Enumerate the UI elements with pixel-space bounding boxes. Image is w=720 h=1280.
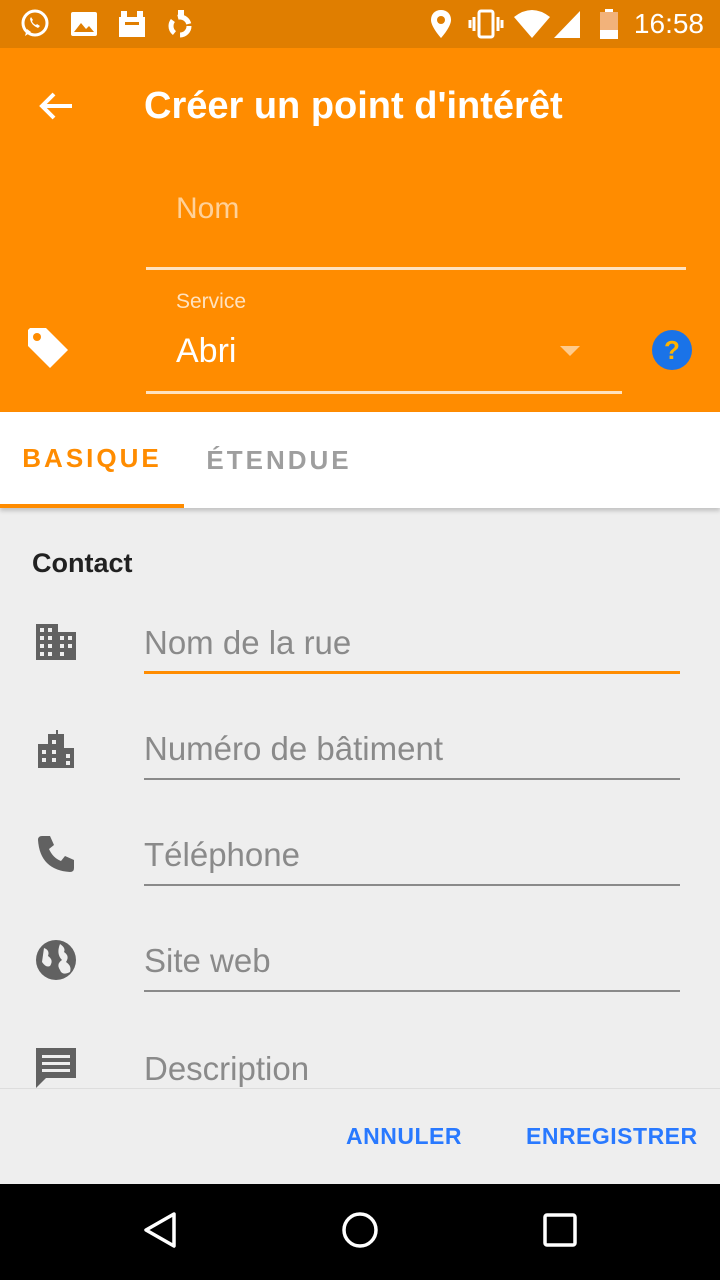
website-placeholder: Site web: [144, 942, 271, 979]
status-bar: 16:58: [0, 0, 720, 48]
arrow-back-icon: [38, 90, 74, 127]
location-icon: [428, 8, 454, 40]
image-icon: [68, 8, 100, 40]
tab-basique[interactable]: BASIQUE: [0, 412, 184, 508]
phone-input[interactable]: Téléphone: [144, 826, 680, 886]
section-title-contact: Contact: [32, 548, 133, 578]
phone-icon: [32, 830, 80, 878]
help-icon[interactable]: ?: [652, 330, 692, 370]
vibrate-icon: [466, 8, 506, 40]
service-dropdown[interactable]: Service Abri: [146, 284, 622, 394]
website-input[interactable]: Site web: [144, 932, 680, 992]
tag-icon: [24, 324, 72, 372]
tab-bar: BASIQUE ÉTENDUE: [0, 412, 720, 508]
battery-icon: [598, 8, 620, 40]
nav-recents-button[interactable]: [536, 1208, 584, 1256]
dropdown-arrow-icon: [560, 346, 580, 356]
cancel-button[interactable]: ANNULER: [346, 1123, 462, 1150]
street-input[interactable]: Nom de la rue: [144, 614, 680, 674]
tab-etendue[interactable]: ÉTENDUE: [184, 412, 374, 508]
status-time: 16:58: [633, 8, 704, 39]
nav-home-button[interactable]: [336, 1208, 384, 1256]
building-number-input[interactable]: Numéro de bâtiment: [144, 720, 680, 780]
circle-home-icon: [340, 1210, 380, 1255]
name-placeholder: Nom: [176, 192, 240, 225]
globe-icon: [32, 936, 80, 984]
navigation-bar: [0, 1184, 720, 1280]
signal-icon: [552, 8, 582, 40]
page-title: Créer un point d'intérêt: [144, 85, 563, 127]
action-bar: ANNULER ENREGISTRER: [0, 1088, 720, 1184]
name-field[interactable]: Nom: [146, 178, 686, 270]
triangle-back-icon: [140, 1210, 180, 1255]
description-input[interactable]: Description: [144, 1040, 680, 1088]
building-icon: [32, 618, 80, 666]
phone-placeholder: Téléphone: [144, 836, 300, 873]
wifi-icon: [512, 8, 552, 40]
description-placeholder: Description: [144, 1050, 310, 1087]
app-bar: Créer un point d'intérêt Nom Service Abr…: [0, 48, 720, 412]
help-symbol: ?: [664, 334, 680, 365]
save-button[interactable]: ENREGISTRER: [526, 1123, 698, 1150]
service-value: Abri: [176, 332, 237, 370]
back-button[interactable]: [24, 80, 88, 136]
sync-icon: [164, 8, 196, 40]
whatsapp-icon: [18, 8, 52, 40]
square-recents-icon: [540, 1210, 580, 1255]
form-content[interactable]: Contact Nom de la rue Numéro de bâtiment…: [0, 508, 720, 1088]
nav-back-button[interactable]: [136, 1208, 184, 1256]
comment-icon: [32, 1044, 80, 1088]
city-icon: [32, 726, 80, 774]
app-icon: [116, 8, 148, 40]
street-placeholder: Nom de la rue: [144, 624, 352, 661]
building-number-placeholder: Numéro de bâtiment: [144, 730, 443, 767]
service-label: Service: [176, 290, 247, 313]
